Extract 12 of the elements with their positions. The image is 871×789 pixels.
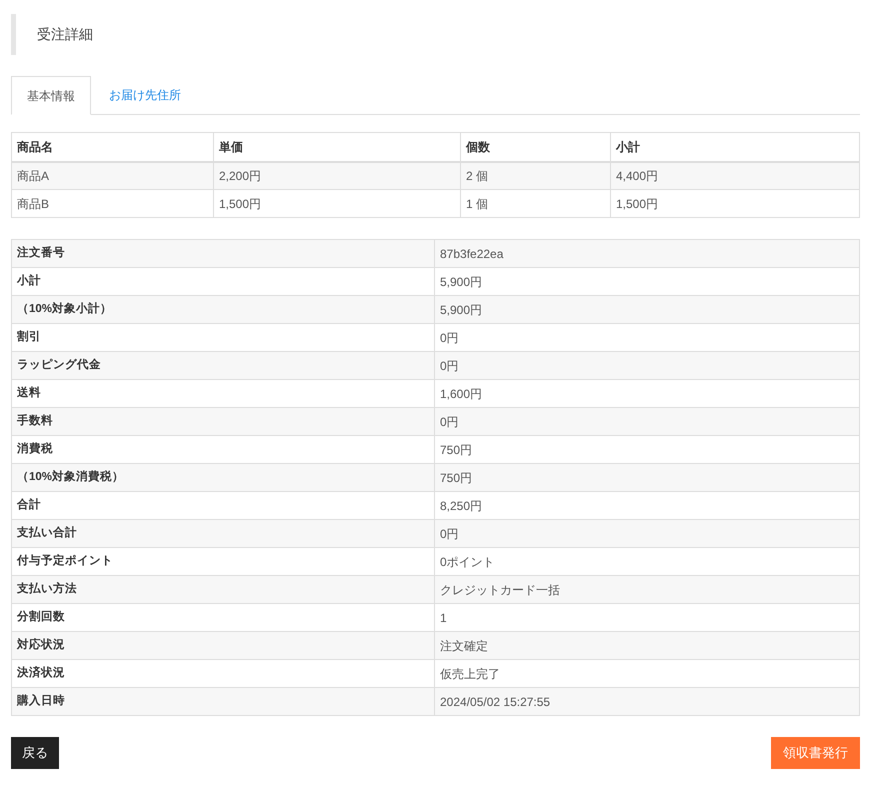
page-title: 受注詳細 — [11, 14, 860, 55]
detail-value: 87b3fe22ea — [434, 240, 860, 268]
back-button[interactable]: 戻る — [11, 737, 59, 769]
detail-label: 注文番号 — [12, 240, 434, 268]
table-cell: 1,500円 — [214, 190, 460, 218]
tab[interactable]: 基本情報 — [11, 76, 91, 115]
table-cell: 1,500円 — [610, 190, 860, 218]
detail-value: 2024/05/02 15:27:55 — [434, 688, 860, 716]
detail-label: 購入日時 — [12, 688, 434, 716]
table-cell: 商品B — [12, 190, 214, 218]
table-cell: 1 個 — [460, 190, 610, 218]
tab[interactable]: お届け先住所 — [91, 76, 199, 114]
